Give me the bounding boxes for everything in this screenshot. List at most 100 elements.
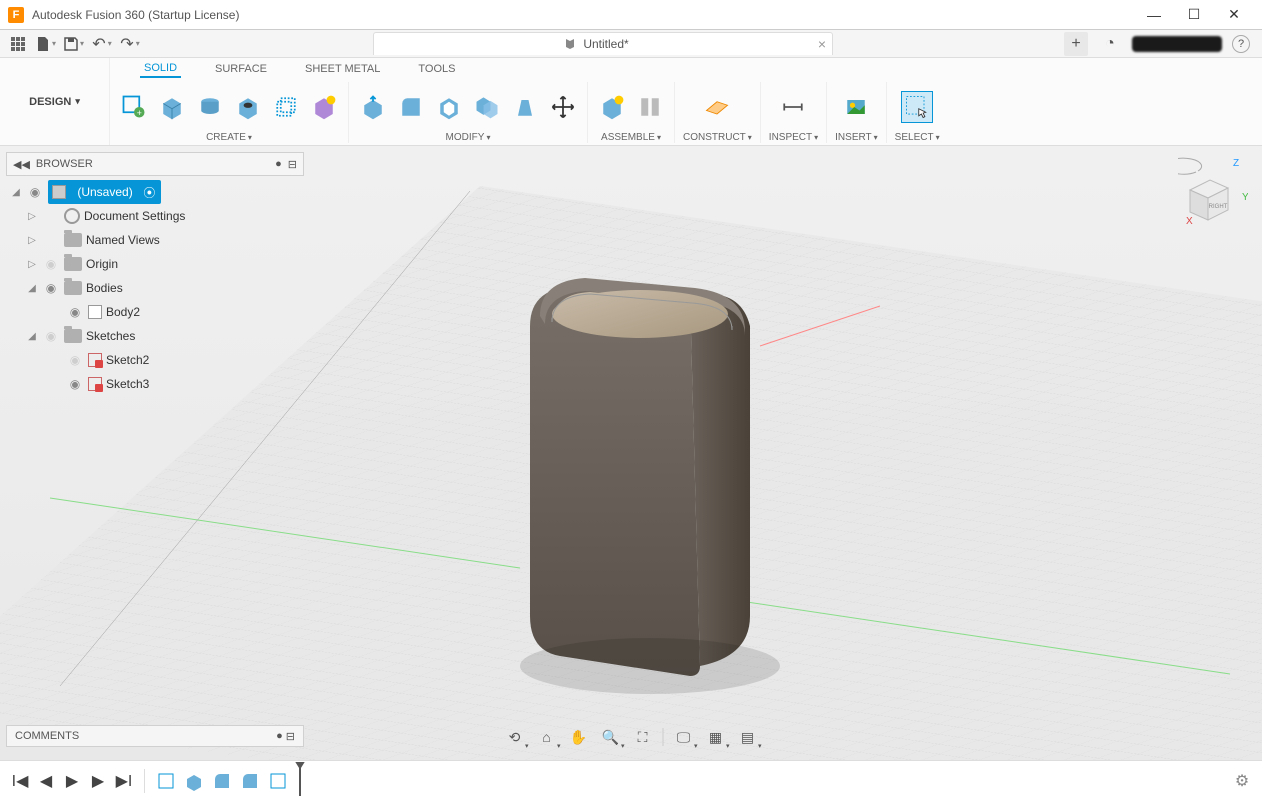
insert-dropdown[interactable]: INSERT <box>835 132 878 143</box>
panel-options-icon[interactable]: ● <box>276 730 283 742</box>
extrude-button[interactable] <box>156 91 188 123</box>
svg-text:X: X <box>1186 216 1193 227</box>
select-button[interactable] <box>901 91 933 123</box>
document-tab[interactable]: Untitled* × <box>373 32 833 55</box>
timeline-feature-sketch[interactable] <box>155 770 177 792</box>
tab-sheet-metal[interactable]: SHEET METAL <box>301 61 384 77</box>
redo-button[interactable]: ↷ <box>118 32 142 56</box>
undo-button[interactable]: ↶ <box>90 32 114 56</box>
ribbon-group-insert: INSERT <box>827 82 887 143</box>
ribbon: DESIGN SOLID SURFACE SHEET METAL TOOLS +… <box>0 58 1262 146</box>
collapse-icon[interactable]: ◀◀ <box>13 158 30 171</box>
maximize-button[interactable]: ☐ <box>1174 0 1214 30</box>
new-tab-button[interactable]: + <box>1064 32 1088 56</box>
tree-named-views[interactable]: ▷ Named Views <box>6 228 304 252</box>
ribbon-group-select: SELECT <box>887 82 948 143</box>
folder-icon <box>64 257 82 271</box>
new-component-button[interactable] <box>596 91 628 123</box>
title-bar: F Autodesk Fusion 360 (Startup License) … <box>0 0 1262 30</box>
fit-button[interactable]: ⛶ <box>631 726 655 748</box>
look-at-button[interactable]: ⌂ <box>535 726 559 748</box>
help-button[interactable]: ? <box>1232 35 1250 53</box>
grid-settings-button[interactable]: ▦ <box>704 726 728 748</box>
tab-tools[interactable]: TOOLS <box>414 61 459 77</box>
display-settings-button[interactable]: 🖵 <box>672 726 696 748</box>
panel-options-icon[interactable]: ● <box>275 158 282 170</box>
create-sketch-button[interactable]: + <box>118 91 150 123</box>
shell-button[interactable] <box>433 91 465 123</box>
svg-text:RIGHT: RIGHT <box>1209 204 1228 210</box>
timeline-feature-fillet2[interactable] <box>239 770 261 792</box>
app-icon: F <box>8 7 24 23</box>
timeline-next-button[interactable]: ▶ <box>88 771 108 791</box>
viewport-layout-button[interactable]: ▤ <box>736 726 760 748</box>
view-cube[interactable]: Z Y X RIGHT <box>1178 154 1248 234</box>
timeline-prev-button[interactable]: ◀ <box>36 771 56 791</box>
user-name[interactable] <box>1132 36 1222 52</box>
comments-panel-header[interactable]: COMMENTS ● ⊟ <box>6 725 304 747</box>
minimize-button[interactable]: — <box>1134 0 1174 30</box>
tree-root[interactable]: ◢◉ (Unsaved) ⦿ <box>6 180 304 204</box>
create-dropdown[interactable]: CREATE <box>206 132 252 143</box>
assemble-dropdown[interactable]: ASSEMBLE <box>601 132 661 143</box>
close-tab-button[interactable]: × <box>818 36 826 52</box>
navigation-bar: ⟲ ⌂ ✋ 🔍 ⛶ 🖵 ▦ ▤ <box>499 724 764 750</box>
folder-icon <box>64 281 82 295</box>
timeline-feature-extrude[interactable] <box>183 770 205 792</box>
save-button[interactable] <box>62 32 86 56</box>
file-menu-button[interactable] <box>34 32 58 56</box>
joint-button[interactable] <box>634 91 666 123</box>
window-title: Autodesk Fusion 360 (Startup License) <box>32 8 1134 22</box>
timeline-feature-fillet1[interactable] <box>211 770 233 792</box>
box-button[interactable] <box>270 91 302 123</box>
timeline-play-button[interactable]: ▶ <box>62 771 82 791</box>
insert-button[interactable] <box>840 91 872 123</box>
revolve-button[interactable] <box>194 91 226 123</box>
zoom-button[interactable]: 🔍 <box>599 726 623 748</box>
body-icon <box>88 305 102 319</box>
tree-document-settings[interactable]: ▷ Document Settings <box>6 204 304 228</box>
browser-panel: ◀◀ BROWSER ● ⊟ ◢◉ (Unsaved) ⦿ ▷ Document… <box>6 152 304 400</box>
tree-body2[interactable]: ◉ Body2 <box>6 300 304 324</box>
panel-pin-icon[interactable]: ⊟ <box>288 158 297 171</box>
measure-button[interactable] <box>777 91 809 123</box>
tree-sketch3[interactable]: ◉ Sketch3 <box>6 372 304 396</box>
modify-dropdown[interactable]: MODIFY <box>446 132 491 143</box>
inspect-dropdown[interactable]: INSPECT <box>769 132 818 143</box>
timeline-end-button[interactable]: ▶I <box>114 771 134 791</box>
tree-sketch2[interactable]: ◉ Sketch2 <box>6 348 304 372</box>
timeline: I◀ ◀ ▶ ▶ ▶I ⚙ <box>0 760 1262 800</box>
panel-expand-icon[interactable]: ⊟ <box>286 730 295 743</box>
timeline-start-button[interactable]: I◀ <box>10 771 30 791</box>
tree-sketches[interactable]: ◢◉ Sketches <box>6 324 304 348</box>
folder-icon <box>64 329 82 343</box>
fillet-button[interactable] <box>395 91 427 123</box>
draft-button[interactable] <box>509 91 541 123</box>
hole-button[interactable] <box>232 91 264 123</box>
timeline-feature-sketch2[interactable] <box>267 770 289 792</box>
data-panel-button[interactable] <box>6 32 30 56</box>
orbit-button[interactable]: ⟲ <box>503 726 527 748</box>
tab-surface[interactable]: SURFACE <box>211 61 271 77</box>
construct-dropdown[interactable]: CONSTRUCT <box>683 132 752 143</box>
workspace-switcher[interactable]: DESIGN <box>0 58 110 145</box>
timeline-marker[interactable] <box>299 766 301 796</box>
body2-geometry[interactable] <box>520 278 780 694</box>
tree-bodies[interactable]: ◢◉ Bodies <box>6 276 304 300</box>
browser-header[interactable]: ◀◀ BROWSER ● ⊟ <box>6 152 304 176</box>
svg-text:Y: Y <box>1242 192 1248 203</box>
tree-origin[interactable]: ▷◉ Origin <box>6 252 304 276</box>
timeline-settings-button[interactable]: ⚙ <box>1232 771 1252 791</box>
create-form-button[interactable] <box>308 91 340 123</box>
press-pull-button[interactable] <box>357 91 389 123</box>
select-dropdown[interactable]: SELECT <box>895 132 940 143</box>
construct-plane-button[interactable] <box>701 91 733 123</box>
browser-tree: ◢◉ (Unsaved) ⦿ ▷ Document Settings ▷ Nam… <box>6 176 304 400</box>
pan-button[interactable]: ✋ <box>567 726 591 748</box>
combine-button[interactable] <box>471 91 503 123</box>
move-button[interactable] <box>547 91 579 123</box>
job-status-button[interactable]: ◔ <box>1098 32 1122 56</box>
tab-solid[interactable]: SOLID <box>140 60 181 78</box>
close-button[interactable]: ✕ <box>1214 0 1254 30</box>
svg-text:+: + <box>137 108 142 118</box>
